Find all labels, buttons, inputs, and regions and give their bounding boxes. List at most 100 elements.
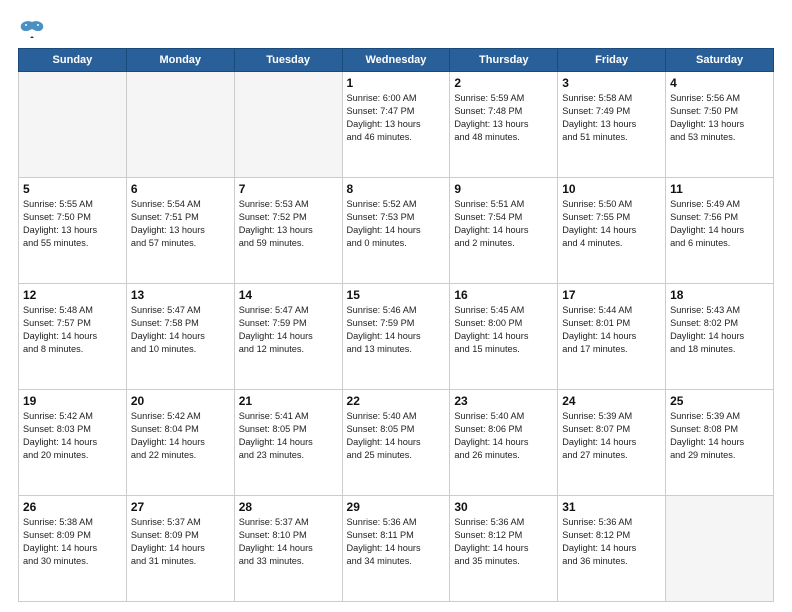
day-info: Sunrise: 6:00 AM Sunset: 7:47 PM Dayligh… — [347, 92, 446, 144]
day-number: 21 — [239, 394, 338, 408]
day-info: Sunrise: 5:37 AM Sunset: 8:09 PM Dayligh… — [131, 516, 230, 568]
page: SundayMondayTuesdayWednesdayThursdayFrid… — [0, 0, 792, 612]
calendar-week-row: 12Sunrise: 5:48 AM Sunset: 7:57 PM Dayli… — [19, 284, 774, 390]
calendar-cell: 6Sunrise: 5:54 AM Sunset: 7:51 PM Daylig… — [126, 178, 234, 284]
calendar-cell: 23 Sunrise: 5:40 AM Sunset: 8:06 PM Dayli… — [450, 390, 558, 496]
day-number: 25 — [670, 394, 769, 408]
day-info: Sunrise: 5:36 AM Sunset: 8:12 PM Dayligh… — [562, 516, 661, 568]
day-number: 9 — [454, 182, 553, 196]
day-info: Sunrise: 5:48 AM Sunset: 7:57 PM Dayligh… — [23, 304, 122, 356]
day-number: 5 — [23, 182, 122, 196]
day-number: 29 — [347, 500, 446, 514]
calendar-cell: 20 Sunrise: 5:42 AM Sunset: 8:04 PM Dayli… — [126, 390, 234, 496]
calendar-cell — [126, 72, 234, 178]
day-number: 26 — [23, 500, 122, 514]
calendar-header-monday: Monday — [126, 49, 234, 72]
day-number: 31 — [562, 500, 661, 514]
day-info: Sunrise: 5:38 AM Sunset: 8:09 PM Dayligh… — [23, 516, 122, 568]
calendar-cell: 14Sunrise: 5:47 AM Sunset: 7:59 PM Dayli… — [234, 284, 342, 390]
day-number: 15 — [347, 288, 446, 302]
day-number: 22 — [347, 394, 446, 408]
calendar-header-tuesday: Tuesday — [234, 49, 342, 72]
calendar-week-row: 5 Sunrise: 5:55 AM Sunset: 7:50 PM Daylig… — [19, 178, 774, 284]
day-number: 1 — [347, 76, 446, 90]
calendar-cell — [666, 496, 774, 602]
day-number: 20 — [131, 394, 230, 408]
logo — [18, 18, 50, 40]
calendar-cell: 24 Sunrise: 5:39 AM Sunset: 8:07 PM Dayli… — [558, 390, 666, 496]
day-number: 10 — [562, 182, 661, 196]
header — [18, 18, 774, 40]
day-number: 13 — [131, 288, 230, 302]
calendar-cell: 4 Sunrise: 5:56 AM Sunset: 7:50 PM Daylig… — [666, 72, 774, 178]
calendar-cell: 13 Sunrise: 5:47 AM Sunset: 7:58 PM Dayli… — [126, 284, 234, 390]
calendar-cell: 30 Sunrise: 5:36 AM Sunset: 8:12 PM Dayli… — [450, 496, 558, 602]
calendar-cell: 18 Sunrise: 5:43 AM Sunset: 8:02 PM Dayli… — [666, 284, 774, 390]
calendar-cell: 12Sunrise: 5:48 AM Sunset: 7:57 PM Dayli… — [19, 284, 127, 390]
day-number: 17 — [562, 288, 661, 302]
day-info: Sunrise: 5:36 AM Sunset: 8:11 PM Dayligh… — [347, 516, 446, 568]
calendar-cell: 17Sunrise: 5:44 AM Sunset: 8:01 PM Dayli… — [558, 284, 666, 390]
calendar-header-friday: Friday — [558, 49, 666, 72]
calendar-header-thursday: Thursday — [450, 49, 558, 72]
day-info: Sunrise: 5:55 AM Sunset: 7:50 PM Dayligh… — [23, 198, 122, 250]
day-number: 23 — [454, 394, 553, 408]
day-info: Sunrise: 5:51 AM Sunset: 7:54 PM Dayligh… — [454, 198, 553, 250]
day-info: Sunrise: 5:47 AM Sunset: 7:59 PM Dayligh… — [239, 304, 338, 356]
day-info: Sunrise: 5:54 AM Sunset: 7:51 PM Dayligh… — [131, 198, 230, 250]
day-number: 11 — [670, 182, 769, 196]
day-info: Sunrise: 5:37 AM Sunset: 8:10 PM Dayligh… — [239, 516, 338, 568]
day-number: 7 — [239, 182, 338, 196]
day-info: Sunrise: 5:50 AM Sunset: 7:55 PM Dayligh… — [562, 198, 661, 250]
calendar-cell: 5 Sunrise: 5:55 AM Sunset: 7:50 PM Daylig… — [19, 178, 127, 284]
day-info: Sunrise: 5:36 AM Sunset: 8:12 PM Dayligh… — [454, 516, 553, 568]
day-info: Sunrise: 5:52 AM Sunset: 7:53 PM Dayligh… — [347, 198, 446, 250]
calendar-cell: 8Sunrise: 5:52 AM Sunset: 7:53 PM Daylig… — [342, 178, 450, 284]
calendar-cell: 3 Sunrise: 5:58 AM Sunset: 7:49 PM Daylig… — [558, 72, 666, 178]
day-info: Sunrise: 5:40 AM Sunset: 8:05 PM Dayligh… — [347, 410, 446, 462]
calendar-cell: 19Sunrise: 5:42 AM Sunset: 8:03 PM Dayli… — [19, 390, 127, 496]
calendar-cell: 26 Sunrise: 5:38 AM Sunset: 8:09 PM Dayli… — [19, 496, 127, 602]
day-info: Sunrise: 5:53 AM Sunset: 7:52 PM Dayligh… — [239, 198, 338, 250]
calendar-cell: 11 Sunrise: 5:49 AM Sunset: 7:56 PM Dayli… — [666, 178, 774, 284]
calendar-cell — [19, 72, 127, 178]
calendar-cell: 7 Sunrise: 5:53 AM Sunset: 7:52 PM Daylig… — [234, 178, 342, 284]
calendar-cell: 21 Sunrise: 5:41 AM Sunset: 8:05 PM Dayli… — [234, 390, 342, 496]
calendar-cell: 15 Sunrise: 5:46 AM Sunset: 7:59 PM Dayli… — [342, 284, 450, 390]
day-info: Sunrise: 5:40 AM Sunset: 8:06 PM Dayligh… — [454, 410, 553, 462]
logo-icon — [18, 18, 46, 40]
calendar-cell: 22 Sunrise: 5:40 AM Sunset: 8:05 PM Dayli… — [342, 390, 450, 496]
calendar-cell: 1 Sunrise: 6:00 AM Sunset: 7:47 PM Daylig… — [342, 72, 450, 178]
day-info: Sunrise: 5:45 AM Sunset: 8:00 PM Dayligh… — [454, 304, 553, 356]
calendar-table: SundayMondayTuesdayWednesdayThursdayFrid… — [18, 48, 774, 602]
day-info: Sunrise: 5:49 AM Sunset: 7:56 PM Dayligh… — [670, 198, 769, 250]
day-number: 2 — [454, 76, 553, 90]
day-number: 30 — [454, 500, 553, 514]
calendar-cell — [234, 72, 342, 178]
calendar-header-wednesday: Wednesday — [342, 49, 450, 72]
day-info: Sunrise: 5:56 AM Sunset: 7:50 PM Dayligh… — [670, 92, 769, 144]
day-info: Sunrise: 5:43 AM Sunset: 8:02 PM Dayligh… — [670, 304, 769, 356]
day-info: Sunrise: 5:58 AM Sunset: 7:49 PM Dayligh… — [562, 92, 661, 144]
day-number: 3 — [562, 76, 661, 90]
calendar-cell: 27 Sunrise: 5:37 AM Sunset: 8:09 PM Dayli… — [126, 496, 234, 602]
calendar-cell: 10 Sunrise: 5:50 AM Sunset: 7:55 PM Dayli… — [558, 178, 666, 284]
day-number: 16 — [454, 288, 553, 302]
day-info: Sunrise: 5:42 AM Sunset: 8:04 PM Dayligh… — [131, 410, 230, 462]
day-info: Sunrise: 5:46 AM Sunset: 7:59 PM Dayligh… — [347, 304, 446, 356]
calendar-cell: 29 Sunrise: 5:36 AM Sunset: 8:11 PM Dayli… — [342, 496, 450, 602]
day-info: Sunrise: 5:39 AM Sunset: 8:07 PM Dayligh… — [562, 410, 661, 462]
day-number: 24 — [562, 394, 661, 408]
day-info: Sunrise: 5:41 AM Sunset: 8:05 PM Dayligh… — [239, 410, 338, 462]
day-number: 18 — [670, 288, 769, 302]
day-number: 4 — [670, 76, 769, 90]
calendar-cell: 25Sunrise: 5:39 AM Sunset: 8:08 PM Dayli… — [666, 390, 774, 496]
calendar-week-row: 1 Sunrise: 6:00 AM Sunset: 7:47 PM Daylig… — [19, 72, 774, 178]
calendar-cell: 28 Sunrise: 5:37 AM Sunset: 8:10 PM Dayli… — [234, 496, 342, 602]
day-number: 27 — [131, 500, 230, 514]
day-info: Sunrise: 5:47 AM Sunset: 7:58 PM Dayligh… — [131, 304, 230, 356]
day-number: 28 — [239, 500, 338, 514]
calendar-header-row: SundayMondayTuesdayWednesdayThursdayFrid… — [19, 49, 774, 72]
calendar-cell: 2Sunrise: 5:59 AM Sunset: 7:48 PM Daylig… — [450, 72, 558, 178]
calendar-week-row: 26 Sunrise: 5:38 AM Sunset: 8:09 PM Dayli… — [19, 496, 774, 602]
